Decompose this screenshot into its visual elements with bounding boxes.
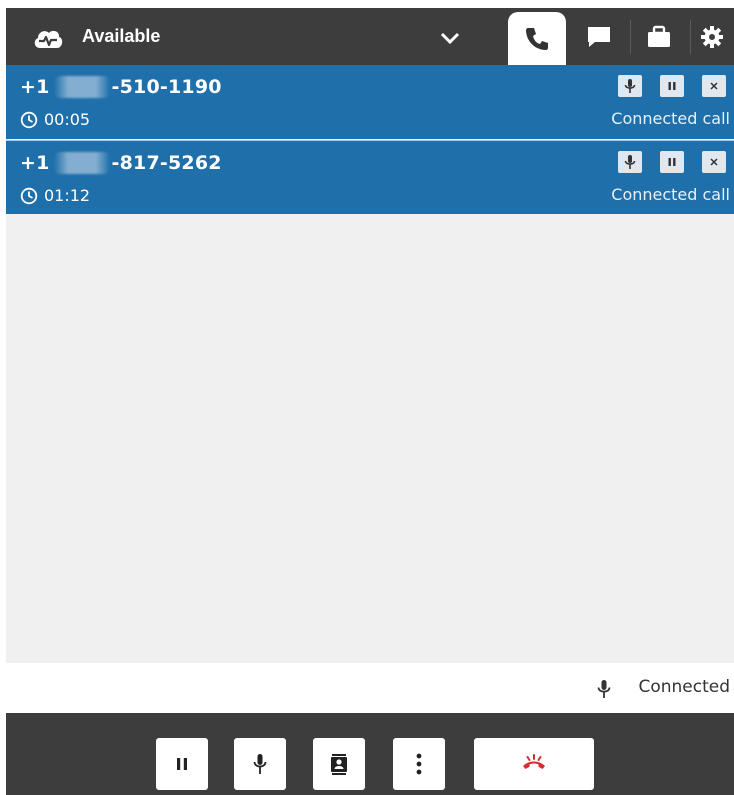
call-timer: 00:05 xyxy=(20,110,90,129)
briefcase-icon xyxy=(648,25,670,47)
call-mute-button[interactable] xyxy=(618,75,642,97)
call-mute-button[interactable] xyxy=(618,151,642,173)
call-end-button[interactable] xyxy=(702,75,726,97)
pause-icon xyxy=(668,158,676,166)
hang-up-icon xyxy=(523,754,545,769)
top-bar: Available xyxy=(6,8,734,65)
clock-icon xyxy=(20,111,38,128)
tab-tasks[interactable] xyxy=(630,8,688,65)
call-end-button[interactable] xyxy=(702,151,726,173)
microphone-icon xyxy=(253,754,267,774)
call-hold-button[interactable] xyxy=(660,151,684,173)
microphone-icon xyxy=(597,680,611,698)
call-row[interactable]: +1 -817-5262 01:12 Connected call xyxy=(6,140,734,214)
close-icon xyxy=(710,158,718,166)
redacted-digits xyxy=(53,76,110,98)
agent-status-label: Available xyxy=(82,26,161,46)
call-number-suffix: -510-1190 xyxy=(111,76,222,98)
call-number-suffix: -817-5262 xyxy=(111,152,222,174)
contact-book-icon xyxy=(331,754,347,775)
close-icon xyxy=(710,82,718,90)
chevron-down-icon[interactable] xyxy=(438,28,462,48)
call-row[interactable]: +1 -510-1190 00:05 Connected call xyxy=(6,65,734,139)
end-call-button[interactable] xyxy=(474,738,594,790)
call-state: Connected call xyxy=(611,109,730,128)
call-duration: 01:12 xyxy=(44,186,91,205)
mute-button[interactable] xyxy=(234,738,286,790)
connection-status-strip: Connected xyxy=(6,663,734,713)
pause-icon xyxy=(668,82,676,90)
gear-icon xyxy=(701,25,723,48)
connection-status-text: Connected xyxy=(638,677,730,697)
agent-status-dropdown[interactable]: Available xyxy=(6,8,486,65)
tab-settings[interactable] xyxy=(690,8,734,65)
quick-connects-button[interactable] xyxy=(313,738,365,790)
call-number-prefix: +1 xyxy=(20,152,50,174)
call-duration: 00:05 xyxy=(44,110,91,129)
microphone-icon xyxy=(624,155,636,169)
chat-icon xyxy=(588,26,610,47)
call-number-prefix: +1 xyxy=(20,76,50,98)
call-hold-button[interactable] xyxy=(660,75,684,97)
ccp-softphone: Available +1 -510-1190 00:05 Connected c… xyxy=(6,8,734,795)
pause-icon xyxy=(177,758,187,770)
call-phone-number: +1 -510-1190 xyxy=(20,76,222,98)
phone-icon xyxy=(526,27,548,50)
hold-button[interactable] xyxy=(156,738,208,790)
call-phone-number: +1 -817-5262 xyxy=(20,152,222,174)
redacted-digits xyxy=(53,152,110,174)
call-state: Connected call xyxy=(611,185,730,204)
tab-phone[interactable] xyxy=(508,12,566,65)
more-vertical-icon xyxy=(416,753,422,775)
cloud-status-icon xyxy=(34,30,63,48)
clock-icon xyxy=(20,187,38,204)
microphone-icon xyxy=(624,79,636,93)
more-options-button[interactable] xyxy=(393,738,445,790)
tab-chat[interactable] xyxy=(568,8,630,65)
call-controls-bar xyxy=(6,713,734,795)
call-timer: 01:12 xyxy=(20,186,90,205)
